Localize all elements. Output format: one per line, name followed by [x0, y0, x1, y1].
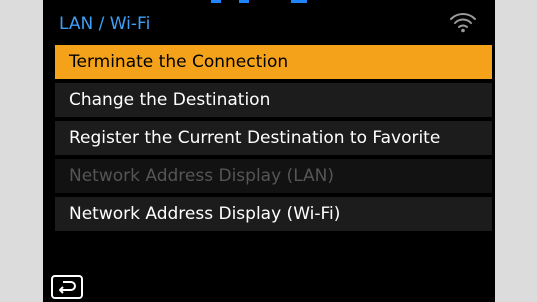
camera-menu-screen: LAN / Wi-Fi Terminate the Connection Cha…: [43, 0, 495, 302]
menu-item-register-favorite[interactable]: Register the Current Destination to Favo…: [55, 121, 492, 155]
back-button[interactable]: [51, 275, 83, 299]
wifi-signal-icon: [449, 10, 477, 34]
menu-item-network-address-wifi[interactable]: Network Address Display (Wi-Fi): [55, 197, 492, 231]
return-arrow-icon: [59, 281, 76, 294]
top-strip-segment: [211, 0, 221, 3]
menu-item-label: Register the Current Destination to Favo…: [69, 128, 441, 148]
menu-item-label: Terminate the Connection: [69, 52, 289, 72]
menu-item-label: Network Address Display (LAN): [69, 166, 335, 186]
menu-item-change-destination[interactable]: Change the Destination: [55, 83, 492, 117]
top-strip-segment: [291, 0, 307, 3]
menu-title: LAN / Wi-Fi: [59, 14, 151, 34]
menu-header: LAN / Wi-Fi: [43, 4, 495, 42]
menu-list: Terminate the Connection Change the Dest…: [55, 45, 492, 235]
menu-item-network-address-lan: Network Address Display (LAN): [55, 159, 492, 193]
menu-item-label: Change the Destination: [69, 90, 271, 110]
menu-item-label: Network Address Display (Wi-Fi): [69, 204, 341, 224]
menu-item-terminate-connection[interactable]: Terminate the Connection: [55, 45, 492, 79]
top-strip-segment: [239, 0, 249, 3]
